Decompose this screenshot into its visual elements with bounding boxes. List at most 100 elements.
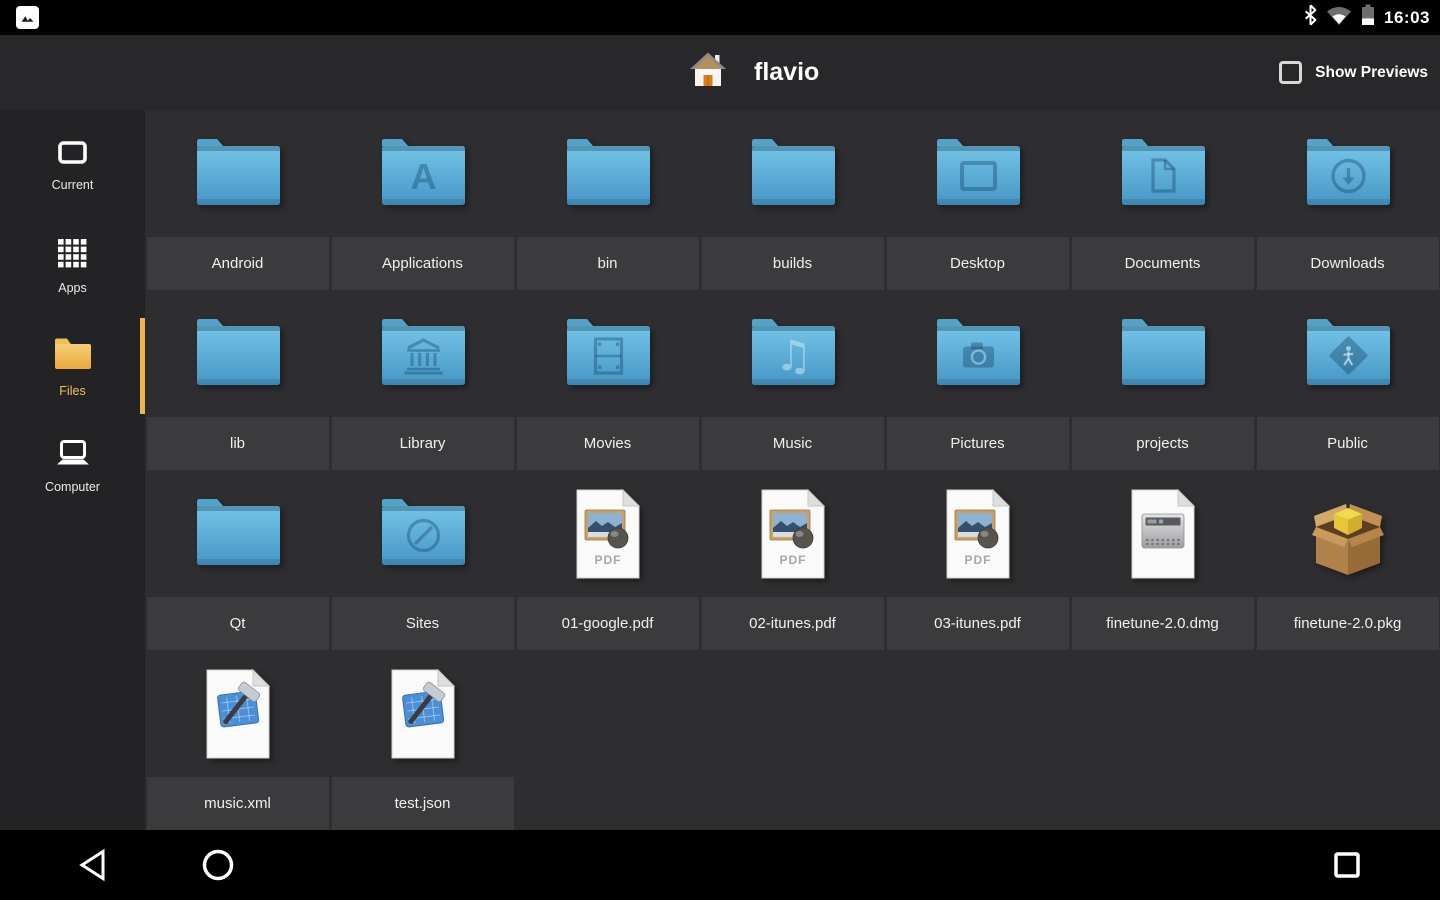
sidebar-item-label: Computer — [45, 480, 100, 494]
current-icon — [57, 140, 88, 171]
folder-pictures-icon — [885, 290, 1070, 417]
grid-item-label: finetune-2.0.dmg — [1072, 597, 1254, 650]
apps-icon — [57, 238, 88, 274]
svg-text:PDF: PDF — [779, 553, 806, 567]
grid-item-android[interactable]: Android — [145, 110, 330, 290]
grid-item-label: Applications — [332, 237, 514, 290]
folder-apps-icon: A — [330, 110, 515, 237]
page-title: flavio — [754, 58, 819, 87]
file-dmg-icon — [1070, 470, 1255, 597]
grid-item-builds[interactable]: builds — [700, 110, 885, 290]
grid-item-01-google-pdf[interactable]: PDF01-google.pdf — [515, 470, 700, 650]
grid-item-public[interactable]: Public — [1255, 290, 1440, 470]
svg-text:♫: ♫ — [774, 331, 812, 380]
file-pdf-icon: PDF — [885, 470, 1070, 597]
show-previews-label: Show Previews — [1315, 64, 1428, 82]
grid-item-label: projects — [1072, 417, 1254, 470]
grid-item-music[interactable]: ♫ Music — [700, 290, 885, 470]
grid-item-projects[interactable]: projects — [1070, 290, 1255, 470]
folder-icon — [700, 110, 885, 237]
grid-item-label: Sites — [332, 597, 514, 650]
grid-item-finetune-2-0-dmg[interactable]: finetune-2.0.dmg — [1070, 470, 1255, 650]
sidebar-item-label: Apps — [58, 281, 87, 295]
grid-item-label: 02-itunes.pdf — [702, 597, 884, 650]
grid-item-02-itunes-pdf[interactable]: PDF 02-itunes.pdf — [700, 470, 885, 650]
file-pdf-icon: PDF — [515, 470, 700, 597]
folder-icon — [515, 110, 700, 237]
grid-item-label: music.xml — [147, 777, 329, 830]
sidebar-item-apps[interactable]: Apps — [0, 216, 145, 316]
grid-item-label: Movies — [517, 417, 699, 470]
file-grid: Android AApplications bin builds Des — [145, 110, 1440, 830]
svg-text:PDF: PDF — [594, 553, 621, 567]
grid-item-sites[interactable]: Sites — [330, 470, 515, 650]
grid-item-label: Downloads — [1257, 237, 1439, 290]
grid-item-music-xml[interactable]: music.xml — [145, 650, 330, 830]
grid-item-label: test.json — [332, 777, 514, 830]
folder-public-icon — [1255, 290, 1440, 417]
grid-item-label: 03-itunes.pdf — [887, 597, 1069, 650]
grid-item-label: Desktop — [887, 237, 1069, 290]
status-bar: 16:03 — [0, 0, 1440, 35]
sidebar-item-current[interactable]: Current — [0, 116, 145, 216]
file-pdf-icon: PDF — [700, 470, 885, 597]
home-button[interactable] — [201, 848, 235, 882]
grid-item-lib[interactable]: lib — [145, 290, 330, 470]
grid-item-label: Documents — [1072, 237, 1254, 290]
grid-item-label: Public — [1257, 417, 1439, 470]
grid-item-label: bin — [517, 237, 699, 290]
bluetooth-icon — [1304, 4, 1317, 31]
grid-item-label: Library — [332, 417, 514, 470]
folder-icon — [145, 110, 330, 237]
folder-library-icon — [330, 290, 515, 417]
folder-desktop-icon — [885, 110, 1070, 237]
folder-sites-icon — [330, 470, 515, 597]
battery-icon — [1361, 4, 1375, 31]
svg-text:PDF: PDF — [964, 553, 991, 567]
file-code-icon — [330, 650, 515, 777]
folder-icon — [145, 290, 330, 417]
navigation-bar — [0, 830, 1440, 900]
grid-item-label: Pictures — [887, 417, 1069, 470]
grid-item-documents[interactable]: Documents — [1070, 110, 1255, 290]
grid-item-03-itunes-pdf[interactable]: PDF 03-itunes.pdf — [885, 470, 1070, 650]
recents-button[interactable] — [1333, 851, 1361, 879]
grid-item-desktop[interactable]: Desktop — [885, 110, 1070, 290]
grid-item-downloads[interactable]: Downloads — [1255, 110, 1440, 290]
grid-item-label: Android — [147, 237, 329, 290]
folder-downloads-icon — [1255, 110, 1440, 237]
grid-item-qt[interactable]: Qt — [145, 470, 330, 650]
wifi-icon — [1326, 5, 1352, 31]
folder-music-icon: ♫ — [700, 290, 885, 417]
sidebar: Current Apps Files Computer — [0, 110, 145, 830]
sidebar-item-label: Current — [52, 178, 94, 192]
grid-item-pictures[interactable]: Pictures — [885, 290, 1070, 470]
sidebar-item-files[interactable]: Files — [0, 316, 145, 416]
computer-icon — [54, 439, 92, 473]
back-button[interactable] — [78, 848, 108, 882]
grid-item-label: builds — [702, 237, 884, 290]
grid-item-label: lib — [147, 417, 329, 470]
file-code-icon — [145, 650, 330, 777]
show-previews-checkbox[interactable] — [1279, 61, 1302, 84]
svg-text:A: A — [410, 156, 436, 197]
app-header: flavio Show Previews — [0, 35, 1440, 110]
screenshot-app-icon — [16, 6, 39, 29]
home-breadcrumb-icon[interactable] — [688, 50, 728, 95]
sidebar-item-computer[interactable]: Computer — [0, 416, 145, 516]
clock-text: 16:03 — [1384, 8, 1430, 28]
grid-item-finetune-2-0-pkg[interactable]: finetune-2.0.pkg — [1255, 470, 1440, 650]
folder-icon — [1070, 290, 1255, 417]
grid-item-bin[interactable]: bin — [515, 110, 700, 290]
grid-item-test-json[interactable]: test.json — [330, 650, 515, 830]
grid-item-library[interactable]: Library — [330, 290, 515, 470]
grid-item-applications[interactable]: A Applications — [330, 110, 515, 290]
folder-icon — [145, 470, 330, 597]
folder-movies-icon — [515, 290, 700, 417]
grid-item-label: Qt — [147, 597, 329, 650]
grid-item-movies[interactable]: Movies — [515, 290, 700, 470]
folder-documents-icon — [1070, 110, 1255, 237]
sidebar-item-label: Files — [59, 384, 85, 398]
grid-item-label: Music — [702, 417, 884, 470]
grid-item-label: finetune-2.0.pkg — [1257, 597, 1439, 650]
